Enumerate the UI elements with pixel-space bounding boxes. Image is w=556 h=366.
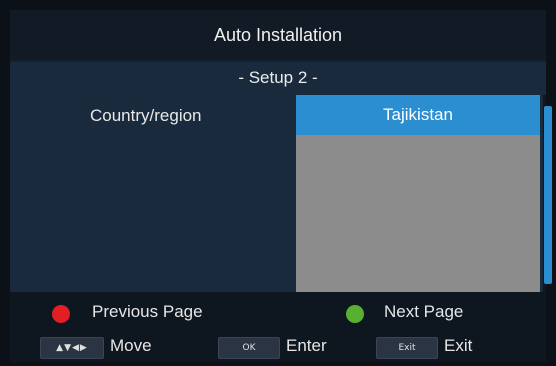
green-button-icon[interactable]	[346, 305, 364, 323]
help-row-keys: ▲▼◀▶ Move OK Enter Exit Exit	[10, 334, 546, 364]
help-bar: Previous Page Next Page ▲▼◀▶ Move OK Ent…	[10, 292, 546, 362]
setup-panel: - Setup 2 - Country/region Tajikistan	[10, 62, 552, 292]
ok-key-icon[interactable]: OK	[218, 337, 280, 359]
scrollbar-thumb[interactable]	[544, 106, 552, 284]
red-button-icon[interactable]	[52, 305, 70, 323]
enter-label: Enter	[286, 336, 327, 355]
page-title: Auto Installation	[213, 24, 343, 45]
title-bar: Auto Installation	[10, 10, 546, 60]
next-page-label[interactable]: Next Page	[384, 302, 463, 322]
selected-country-text: Tajikistan	[383, 105, 453, 124]
help-row-pages: Previous Page Next Page	[10, 300, 546, 330]
arrow-keys-icon[interactable]: ▲▼◀▶	[40, 337, 104, 359]
exit-label: Exit	[444, 336, 473, 355]
auto-installation-window: Auto Installation - Setup 2 - Country/re…	[10, 10, 552, 362]
country-region-label: Country/region	[90, 106, 202, 125]
setup-step-title: - Setup 2 -	[238, 68, 318, 87]
move-label: Move	[110, 336, 152, 355]
country-list[interactable]: Tajikistan	[296, 95, 540, 292]
list-item-selected-country[interactable]: Tajikistan	[296, 95, 540, 135]
exit-key-icon[interactable]: Exit	[376, 337, 438, 359]
previous-page-label[interactable]: Previous Page	[92, 302, 203, 322]
